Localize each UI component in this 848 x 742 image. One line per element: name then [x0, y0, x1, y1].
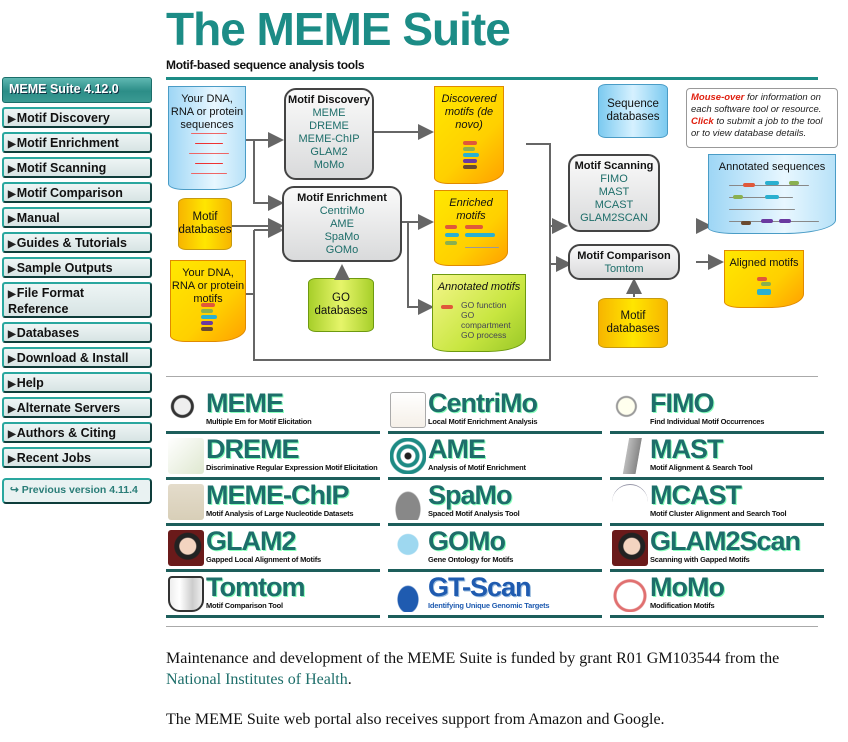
viking-helmet-icon [390, 484, 426, 520]
diagram-tool-mcast[interactable]: MCAST [570, 199, 658, 212]
gt-scan-logo-icon [390, 576, 426, 612]
sequence-logo-icon [168, 484, 204, 520]
triangle-right-icon: ▶ [8, 289, 16, 300]
sidebar-item-motif-enrichment[interactable]: ▶Motif Enrichment [2, 132, 152, 153]
enriched-motifs-doc: Enriched motifs [434, 190, 508, 266]
motif-comparison-box: Motif Comparison Tomtom [568, 244, 680, 280]
sidebar-item-authors-citing[interactable]: ▶Authors & Citing [2, 422, 152, 443]
diagram-tool-tomtom[interactable]: Tomtom [570, 263, 678, 276]
triangle-right-icon: ▶ [8, 379, 16, 390]
target-icon [390, 438, 426, 474]
tool-mcast[interactable]: MCAST Motif Cluster Alignment and Search … [610, 480, 824, 526]
tool-meme-chip[interactable]: MEME-ChIP Motif Analysis of Large Nucleot… [166, 480, 380, 526]
curve-icon [612, 484, 648, 520]
woman-portrait-icon [168, 530, 204, 566]
tool-glam2scan[interactable]: GLAM2Scan Scanning with Gapped Motifs [610, 526, 824, 572]
sailboat-icon [612, 438, 648, 474]
page-title: The MEME Suite [166, 3, 511, 55]
woman-portrait-icon [612, 530, 648, 566]
tool-gomo[interactable]: GOMo Gene Ontology for Motifs [388, 526, 602, 572]
diagram-tool-mast[interactable]: MAST [570, 186, 658, 199]
triangle-right-icon: ▶ [8, 354, 16, 365]
funding-paragraph: Maintenance and development of the MEME … [166, 650, 780, 688]
tool-spamo[interactable]: SpaMo Spaced Motif Analysis Tool [388, 480, 602, 526]
triangle-right-icon: ▶ [8, 454, 16, 465]
sidebar-item-motif-comparison[interactable]: ▶Motif Comparison [2, 182, 152, 203]
support-paragraph: The MEME Suite web portal also receives … [166, 711, 665, 728]
help-note: Mouse-over for information on each softw… [686, 88, 838, 148]
triangle-right-icon: ▶ [8, 139, 16, 150]
sidebar-item-motif-discovery[interactable]: ▶Motif Discovery [2, 107, 152, 128]
magnifier-sequence-icon [612, 392, 648, 428]
diagram-divider [166, 376, 818, 377]
discovered-motifs-doc: Discovered motifs (de novo) [434, 86, 504, 184]
tools-divider [166, 626, 818, 627]
page-subtitle: Motif-based sequence analysis tools [166, 58, 365, 72]
cat-cartoon-icon [390, 530, 426, 566]
aligned-motifs-doc: Aligned motifs [724, 250, 804, 308]
tool-gt-scan[interactable]: GT-Scan Identifying Unique Genomic Target… [388, 572, 602, 618]
apple-icon [612, 576, 648, 612]
tool-momo[interactable]: MoMo Modification Motifs [610, 572, 824, 618]
annotated-motifs-doc: Annotated motifs GO function GO compartm… [432, 274, 526, 352]
sidebar-menu: MEME Suite 4.12.0 ▶Motif Discovery ▶Moti… [2, 77, 152, 504]
nih-link[interactable]: National Institutes of Health [166, 671, 348, 688]
magnifier-icon [168, 392, 204, 428]
header-divider [166, 77, 818, 80]
sidebar-version-title[interactable]: MEME Suite 4.12.0 [2, 77, 152, 103]
sequence-databases[interactable]: Sequence databases [598, 84, 668, 138]
diagram-tool-glam2scan[interactable]: GLAM2SCAN [570, 212, 658, 225]
tool-glam2[interactable]: GLAM2 Gapped Local Alignment of Motifs [166, 526, 380, 572]
peak-plot-icon [390, 392, 426, 428]
sidebar-item-download-install[interactable]: ▶Download & Install [2, 347, 152, 368]
motif-scanning-box: Motif Scanning FIMO MAST MCAST GLAM2SCAN [568, 154, 660, 232]
motif-databases-comparison[interactable]: Motif databases [598, 298, 668, 348]
triangle-right-icon: ▶ [8, 429, 16, 440]
tool-meme[interactable]: MEME Multiple Em for Motif Elicitation [166, 388, 380, 434]
sidebar-item-databases[interactable]: ▶Databases [2, 322, 152, 343]
tool-tomtom[interactable]: Tomtom Motif Comparison Tool [166, 572, 380, 618]
sidebar-item-sample-outputs[interactable]: ▶Sample Outputs [2, 257, 152, 278]
tool-fimo[interactable]: FIMO Find Individual Motif Occurrences [610, 388, 824, 434]
sidebar-item-motif-scanning[interactable]: ▶Motif Scanning [2, 157, 152, 178]
previous-version-link[interactable]: ↪ Previous version 4.11.4 [2, 478, 152, 504]
triangle-right-icon: ▶ [8, 214, 16, 225]
sidebar-item-help[interactable]: ▶Help [2, 372, 152, 393]
sidebar-item-recent-jobs[interactable]: ▶Recent Jobs [2, 447, 152, 468]
tool-mast[interactable]: MAST Motif Alignment & Search Tool [610, 434, 824, 480]
triangle-right-icon: ▶ [8, 239, 16, 250]
go-terms-list: GO function GO compartment GO process [461, 300, 511, 340]
tool-dreme[interactable]: DREME Discriminative Regular Expression M… [166, 434, 380, 480]
triangle-right-icon: ▶ [8, 114, 16, 125]
triangle-right-icon: ▶ [8, 329, 16, 340]
sidebar-item-alternate-servers[interactable]: ▶Alternate Servers [2, 397, 152, 418]
sidebar-item-manual[interactable]: ▶Manual [2, 207, 152, 228]
triangle-right-icon: ▶ [8, 164, 16, 175]
triangle-right-icon: ▶ [8, 404, 16, 415]
triangle-right-icon: ▶ [8, 264, 16, 275]
workflow-diagram: Your DNA, RNA or protein sequences Motif… [166, 82, 846, 374]
drum-icon [168, 576, 204, 612]
sheep-logo-icon [168, 438, 204, 474]
diagram-tool-fimo[interactable]: FIMO [570, 173, 658, 186]
tool-ame[interactable]: AME Analysis of Motif Enrichment [388, 434, 602, 480]
tool-centrimo[interactable]: CentriMo Local Motif Enrichment Analysis [388, 388, 602, 434]
sidebar-item-file-format-reference[interactable]: ▶File Format Reference [2, 282, 152, 318]
annotated-sequences-doc: Annotated sequences [708, 154, 836, 234]
sidebar-item-guides-tutorials[interactable]: ▶Guides & Tutorials [2, 232, 152, 253]
triangle-right-icon: ▶ [8, 189, 16, 200]
